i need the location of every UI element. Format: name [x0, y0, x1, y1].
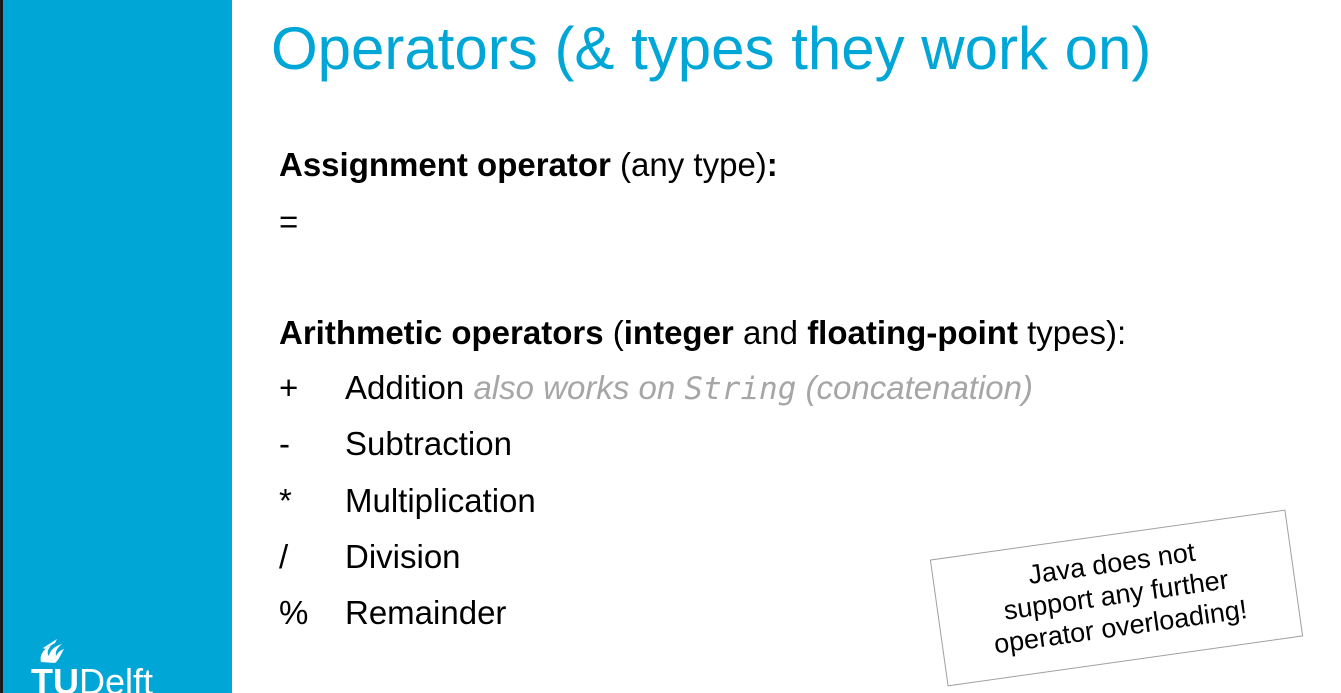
types-close: types):	[1017, 314, 1127, 351]
integer-label: integer	[623, 314, 734, 351]
operator-row-subtraction: - Subtraction	[279, 424, 512, 464]
assignment-colon: :	[766, 146, 778, 183]
note-suffix: (concatenation)	[796, 369, 1033, 406]
operator-name: Division	[345, 538, 461, 575]
operator-symbol: /	[279, 538, 289, 575]
operator-row-division: / Division	[279, 537, 461, 577]
operator-symbol: -	[279, 425, 290, 462]
operator-symbol: *	[279, 482, 292, 519]
floating-point-label: floating-point	[807, 314, 1018, 351]
flame-icon	[40, 639, 64, 663]
operator-symbol: %	[279, 594, 309, 631]
assignment-heading: Assignment operator	[279, 146, 611, 183]
note-code: String	[684, 371, 797, 407]
slide-title: Operators (& types they work on)	[271, 15, 1152, 82]
operator-row-remainder: % Remainder	[279, 593, 506, 633]
assignment-qualifier: (any type)	[610, 146, 767, 183]
assignment-heading-line: Assignment operator (any type):	[279, 145, 778, 185]
note-prefix: also works on	[473, 369, 685, 406]
addition-note: also works on String (concatenation)	[473, 369, 1033, 407]
arithmetic-heading-line: Arithmetic operators (integer and floati…	[279, 313, 1126, 353]
assignment-symbol: =	[279, 203, 299, 240]
logo-wordmark: TUDelft	[31, 664, 153, 693]
overloading-callout: Java does not support any further operat…	[929, 509, 1304, 687]
logo-delft: Delft	[79, 661, 154, 693]
operator-name: Multiplication	[345, 482, 536, 519]
arithmetic-heading: Arithmetic operators	[279, 314, 604, 351]
operator-row-multiplication: * Multiplication	[279, 481, 536, 521]
logo-tu: TU	[31, 661, 79, 693]
operator-name: Remainder	[345, 594, 507, 631]
arithmetic-open-paren: (	[603, 314, 624, 351]
operator-name: Subtraction	[345, 425, 512, 462]
operator-name: Addition	[345, 369, 465, 406]
slide-sidebar: TUDelft	[3, 0, 232, 693]
operator-symbol: +	[279, 369, 299, 406]
and-label: and	[733, 314, 808, 351]
operator-row-addition: + Addition also works on String (concaten…	[279, 368, 1033, 409]
